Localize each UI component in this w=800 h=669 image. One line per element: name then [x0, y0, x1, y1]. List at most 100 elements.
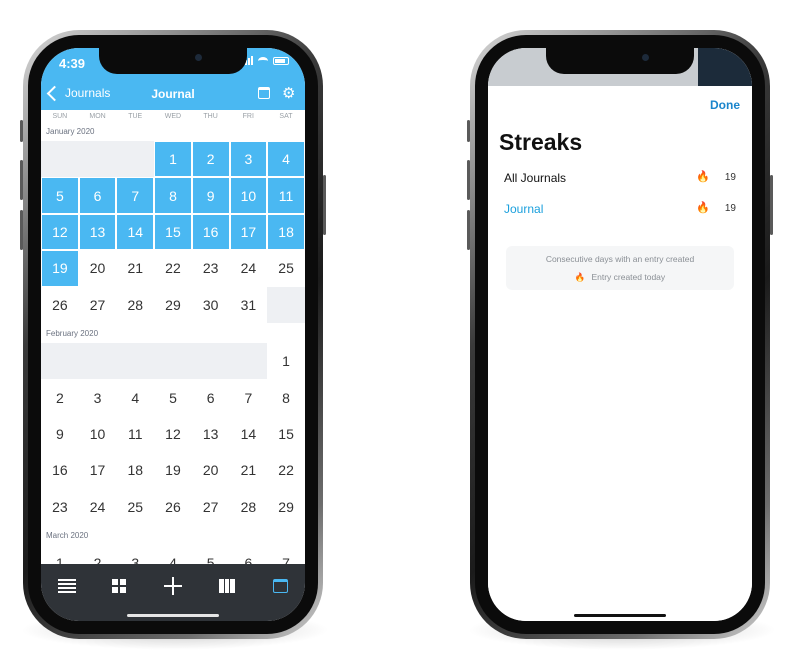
calendar-icon[interactable]	[258, 87, 270, 99]
weekday-label: TUE	[128, 113, 143, 120]
day-cell[interactable]: 29	[154, 286, 192, 323]
day-cell[interactable]: 12	[154, 415, 192, 453]
power-button	[323, 175, 326, 235]
gear-icon[interactable]: ⚙	[282, 86, 295, 101]
day-cell[interactable]: 19	[41, 250, 79, 287]
day-cell[interactable]: 9	[41, 415, 79, 453]
weekday-header: SUN MON TUE WED THU FRI SAT	[41, 110, 305, 124]
streak-row-all-journals[interactable]: All Journals 🔥 19	[504, 169, 736, 189]
day-cell[interactable]: 10	[229, 177, 268, 214]
tab-calendar[interactable]	[268, 576, 292, 596]
day-cell[interactable]: 13	[191, 415, 230, 453]
day-cell[interactable]: 14	[116, 213, 155, 251]
day-cell[interactable]: 12	[41, 213, 79, 251]
day-cell[interactable]: 20	[78, 250, 117, 287]
day-cell[interactable]: 3	[78, 379, 117, 416]
day-cell[interactable]: 25	[116, 488, 155, 525]
day-cell[interactable]: 9	[191, 177, 230, 214]
day-cell[interactable]: 2	[191, 141, 230, 178]
weekday-label: SAT	[279, 113, 293, 120]
add-icon	[164, 577, 182, 595]
empty-day-cell	[191, 343, 230, 380]
day-cell[interactable]: 28	[116, 286, 155, 323]
camera-icon	[195, 54, 202, 61]
day-cell[interactable]: 23	[191, 250, 230, 287]
day-cell[interactable]: 24	[229, 250, 268, 287]
streak-count: 19	[724, 172, 736, 183]
day-cell[interactable]: 24	[78, 488, 117, 525]
day-cell[interactable]: 23	[41, 488, 79, 525]
day-cell[interactable]: 7	[116, 177, 155, 214]
day-cell[interactable]: 10	[78, 415, 117, 453]
streak-row-label: All Journals	[504, 171, 567, 185]
day-cell[interactable]: 16	[41, 452, 79, 489]
day-cell[interactable]: 16	[191, 213, 230, 251]
streaks-sheet: Done Streaks All Journals 🔥 19 Journal 🔥…	[488, 86, 752, 621]
day-cell[interactable]: 26	[41, 286, 79, 323]
day-cell[interactable]: 27	[191, 488, 230, 525]
calendar-icon	[272, 579, 288, 593]
day-cell[interactable]: 26	[154, 488, 192, 525]
day-cell[interactable]: 27	[78, 286, 117, 323]
day-cell[interactable]: 6	[191, 379, 230, 416]
day-cell[interactable]: 18	[267, 213, 305, 251]
day-cell[interactable]: 15	[154, 213, 192, 251]
weekday-label: THU	[203, 113, 218, 120]
day-cell[interactable]: 29	[267, 488, 305, 525]
day-cell[interactable]: 31	[229, 286, 268, 323]
day-cell[interactable]: 1	[154, 141, 192, 178]
day-cell[interactable]: 22	[267, 452, 305, 489]
day-cell[interactable]: 4	[116, 379, 155, 416]
empty-day-cell	[41, 141, 79, 178]
day-cell[interactable]: 21	[229, 452, 268, 489]
day-cell[interactable]: 5	[41, 177, 79, 214]
day-cell[interactable]: 4	[267, 141, 305, 178]
tab-map[interactable]	[215, 576, 239, 596]
day-cell[interactable]: 7	[229, 379, 268, 416]
notch	[546, 48, 694, 74]
day-cell[interactable]: 11	[116, 415, 155, 453]
tab-bar	[41, 564, 305, 621]
tab-grid[interactable]	[107, 576, 131, 596]
day-cell[interactable]: 3	[229, 141, 268, 178]
legend-today-label: Entry created today	[591, 272, 666, 282]
day-cell[interactable]: 17	[78, 452, 117, 489]
day-cell[interactable]: 14	[229, 415, 268, 453]
streaks-screen: Done Streaks All Journals 🔥 19 Journal 🔥…	[488, 48, 752, 621]
fire-icon: 🔥	[574, 272, 586, 282]
legend-line-consecutive: Consecutive days with an entry created	[545, 254, 695, 264]
day-cell[interactable]: 19	[154, 452, 192, 489]
month-grid: 1 2 3 4 5 6 7 8 9 10 11 12 13 14 15 16 17 18 19 20 21 22 23 24 2…	[41, 343, 305, 525]
day-cell[interactable]: 17	[229, 213, 268, 251]
map-icon	[219, 579, 236, 593]
nav-bar: Journals Journal ⚙	[41, 80, 305, 110]
day-cell[interactable]: 15	[267, 415, 305, 453]
volume-button	[467, 120, 470, 142]
day-cell[interactable]: 21	[116, 250, 155, 287]
tab-add[interactable]	[161, 576, 185, 596]
day-cell[interactable]: 11	[267, 177, 305, 214]
month-label: January 2020	[46, 127, 95, 136]
day-cell[interactable]: 1	[267, 343, 305, 380]
home-indicator	[574, 614, 666, 617]
day-cell[interactable]: 25	[267, 250, 305, 287]
day-cell[interactable]: 8	[154, 177, 192, 214]
volume-button	[20, 210, 23, 250]
day-cell[interactable]: 2	[41, 379, 79, 416]
day-cell[interactable]: 5	[154, 379, 192, 416]
notch	[99, 48, 247, 74]
weekday-label: FRI	[242, 113, 254, 120]
done-button[interactable]: Done	[710, 98, 740, 112]
day-cell[interactable]: 6	[78, 177, 117, 214]
day-cell[interactable]: 30	[191, 286, 230, 323]
day-cell[interactable]: 28	[229, 488, 268, 525]
day-cell[interactable]: 22	[154, 250, 192, 287]
streak-count: 19	[724, 203, 736, 214]
streak-row-journal[interactable]: Journal 🔥 19	[504, 200, 736, 220]
day-cell[interactable]: 8	[267, 379, 305, 416]
day-cell[interactable]: 18	[116, 452, 155, 489]
day-cell[interactable]: 20	[191, 452, 230, 489]
day-cell[interactable]: 13	[78, 213, 117, 251]
list-icon	[58, 579, 76, 593]
tab-list[interactable]	[55, 576, 79, 596]
